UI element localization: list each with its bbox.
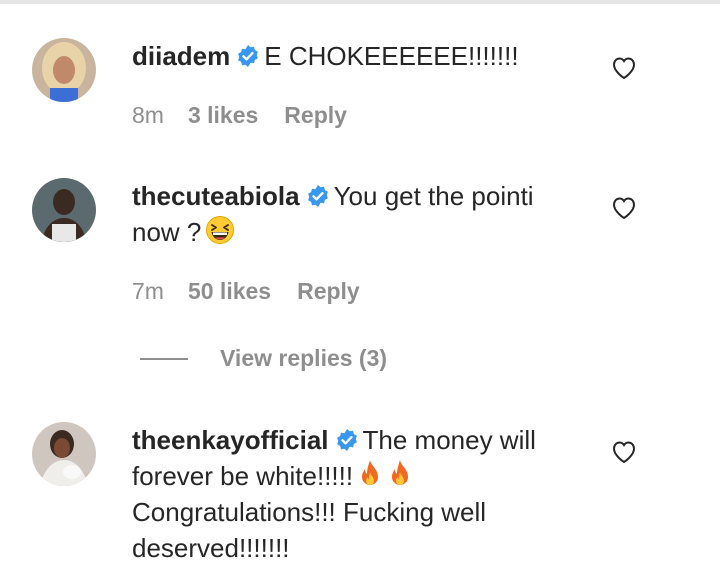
comment-body-line: You get the pointi [333,181,534,211]
timestamp: 7m [132,278,164,304]
avatar[interactable] [32,422,96,486]
comment-text: diiadem E CHOKEEEEEE!!!!!!! [132,38,582,74]
reply-button[interactable]: Reply [284,102,347,129]
avatar[interactable] [32,178,96,242]
comment-body: E CHOKEEEEEE!!!!!!! [264,41,519,71]
fire-icon [387,459,413,489]
view-replies-button[interactable]: View replies (3) [140,345,387,372]
comment-body-line: forever be white!!!!! [132,461,354,491]
comment-body-line: The money will [362,425,536,455]
comment-meta: 8m 3 likes Reply [132,102,347,129]
username[interactable]: theenkayofficial [132,425,329,455]
verified-badge-icon [236,44,260,68]
comment-body-line: Congratulations!!! Fucking well [132,497,487,527]
heart-icon[interactable] [611,440,637,464]
timestamp: 8m [132,102,164,128]
fire-icon [357,459,383,489]
comment-text: thecuteabiola You get the pointi now ? [132,178,582,250]
avatar[interactable] [32,38,96,102]
reply-button[interactable]: Reply [297,278,360,305]
comment-text: theenkayofficial The money will forever be… [132,422,582,566]
likes-count[interactable]: 50 likes [188,278,271,305]
comment-meta: 7m 50 likes Reply [132,278,360,305]
username[interactable]: thecuteabiola [132,181,300,211]
verified-badge-icon [306,184,330,208]
likes-count[interactable]: 3 likes [188,102,258,129]
replies-divider [140,357,188,360]
username[interactable]: diiadem [132,41,230,71]
view-replies-label[interactable]: View replies (3) [220,345,387,372]
verified-badge-icon [335,428,359,452]
comment-body-line: now ? [132,217,202,247]
heart-icon[interactable] [611,56,637,80]
heart-icon[interactable] [611,196,637,220]
top-divider [0,0,720,4]
comment-body-line: deserved!!!!!!! [132,533,290,563]
grinning-squinting-face-icon [205,215,235,245]
